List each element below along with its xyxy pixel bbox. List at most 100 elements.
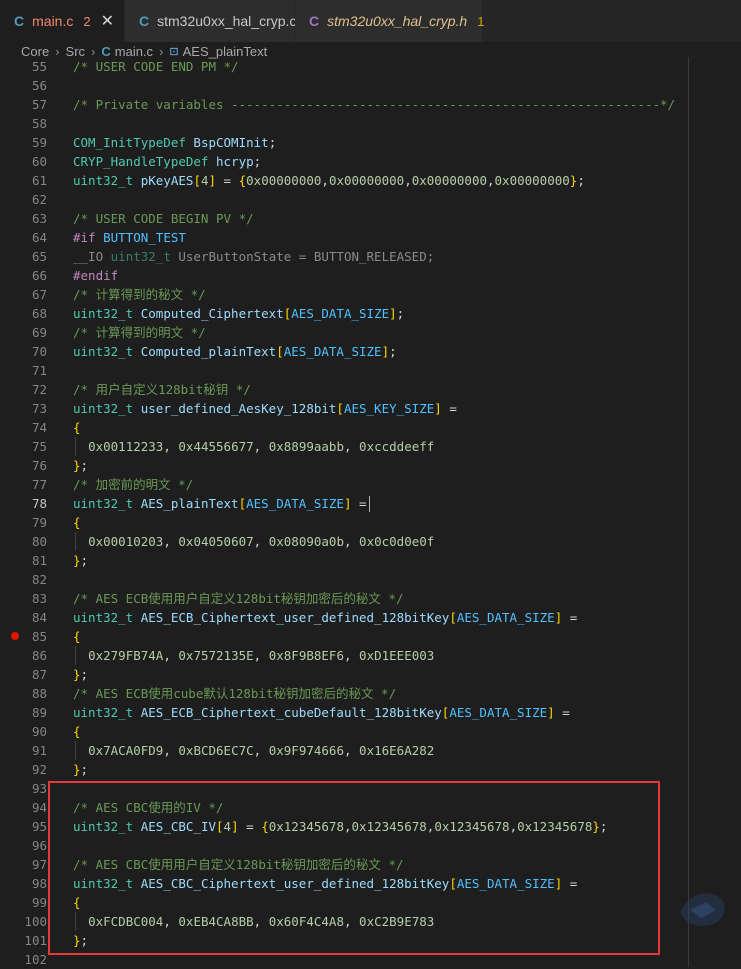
line-number[interactable]: 66 xyxy=(22,266,47,285)
line-number[interactable]: 67 xyxy=(22,285,47,304)
line-number[interactable]: 73 xyxy=(22,399,47,418)
line-number[interactable]: 97 xyxy=(22,855,47,874)
code-line[interactable]: /* 计算得到的明文 */ xyxy=(73,323,206,342)
code-token: ; xyxy=(268,135,277,150)
code-token: { xyxy=(238,173,247,188)
code-line[interactable]: #if BUTTON_TEST xyxy=(73,228,186,247)
line-number[interactable]: 81 xyxy=(22,551,47,570)
line-number[interactable]: 99 xyxy=(22,893,47,912)
code-line[interactable]: 0x00010203, 0x04050607, 0x08090a0b, 0x0c… xyxy=(73,532,434,551)
code-line[interactable]: { xyxy=(73,418,81,437)
line-number[interactable]: 95 xyxy=(22,817,47,836)
code-token: /* USER CODE BEGIN PV */ xyxy=(73,211,254,226)
code-line[interactable]: __IO uint32_t UserButtonState = BUTTON_R… xyxy=(73,247,434,266)
code-line[interactable]: /* Private variables -------------------… xyxy=(73,95,675,114)
line-number[interactable]: 98 xyxy=(22,874,47,893)
code-token: , xyxy=(343,534,360,549)
code-line[interactable]: /* 加密前的明文 */ xyxy=(73,475,193,494)
line-number[interactable]: 94 xyxy=(22,798,47,817)
line-number[interactable]: 102 xyxy=(22,950,47,969)
code-token: ; xyxy=(396,306,405,321)
code-line[interactable]: uint32_t Computed_Ciphertext[AES_DATA_SI… xyxy=(73,304,404,323)
code-line[interactable]: 0x279FB74A, 0x7572135E, 0x8F9B8EF6, 0xD1… xyxy=(73,646,434,665)
line-number[interactable]: 74 xyxy=(22,418,47,437)
code-token: uint32_t xyxy=(73,610,134,625)
line-number[interactable]: 96 xyxy=(22,836,47,855)
code-token: 0xBCD6EC7C xyxy=(178,743,254,758)
line-number[interactable]: 63 xyxy=(22,209,47,228)
breakpoint-icon[interactable] xyxy=(11,632,19,640)
line-number[interactable]: 87 xyxy=(22,665,47,684)
code-line[interactable]: }; xyxy=(73,551,88,570)
code-line[interactable]: 0x7ACA0FD9, 0xBCD6EC7C, 0x9F974666, 0x16… xyxy=(73,741,434,760)
code-line[interactable]: /* AES ECB使用cube默认128bit秘钥加密后的秘文 */ xyxy=(73,684,396,703)
line-number[interactable]: 56 xyxy=(22,76,47,95)
line-number[interactable]: 60 xyxy=(22,152,47,171)
line-number[interactable]: 76 xyxy=(22,456,47,475)
line-number[interactable]: 69 xyxy=(22,323,47,342)
line-number[interactable]: 85 xyxy=(22,627,47,646)
line-number[interactable]: 91 xyxy=(22,741,47,760)
code-token: [ xyxy=(193,173,201,188)
line-number[interactable]: 84 xyxy=(22,608,47,627)
code-line[interactable]: }; xyxy=(73,665,88,684)
code-token: [ xyxy=(449,610,457,625)
line-number[interactable]: 72 xyxy=(22,380,47,399)
line-number[interactable]: 61 xyxy=(22,171,47,190)
line-number[interactable]: 62 xyxy=(22,190,47,209)
line-number[interactable]: 65 xyxy=(22,247,47,266)
code-line[interactable]: /* 计算得到的秘文 */ xyxy=(73,285,206,304)
code-line[interactable]: CRYP_HandleTypeDef hcryp; xyxy=(73,152,261,171)
line-number[interactable]: 78 xyxy=(22,494,47,513)
line-number[interactable]: 89 xyxy=(22,703,47,722)
line-number[interactable]: 57 xyxy=(22,95,47,114)
code-token: , xyxy=(163,648,179,663)
line-number[interactable]: 86 xyxy=(22,646,47,665)
code-line[interactable]: uint32_t AES_ECB_Ciphertext_cubeDefault_… xyxy=(73,703,570,722)
code-token: 0x8F9B8EF6 xyxy=(268,648,344,663)
code-line[interactable]: uint32_t Computed_plainText[AES_DATA_SIZ… xyxy=(73,342,397,361)
code-line[interactable]: uint32_t user_defined_AesKey_128bit[AES_… xyxy=(73,399,457,418)
line-number[interactable]: 88 xyxy=(22,684,47,703)
code-line[interactable]: }; xyxy=(73,760,88,779)
line-number[interactable]: 93 xyxy=(22,779,47,798)
code-line[interactable]: /* USER CODE END PM */ xyxy=(73,57,239,76)
line-number[interactable]: 71 xyxy=(22,361,47,380)
code-line[interactable]: { xyxy=(73,513,81,532)
line-number[interactable]: 82 xyxy=(22,570,47,589)
line-number[interactable]: 75 xyxy=(22,437,47,456)
line-number[interactable]: 77 xyxy=(22,475,47,494)
code-line[interactable]: /* USER CODE BEGIN PV */ xyxy=(73,209,254,228)
code-line[interactable]: uint32_t AES_ECB_Ciphertext_user_defined… xyxy=(73,608,577,627)
close-icon[interactable]: ✕ xyxy=(101,11,114,31)
line-number[interactable]: 92 xyxy=(22,760,47,779)
line-number[interactable]: 64 xyxy=(22,228,47,247)
tab-main-c[interactable]: C main.c 2 ✕ xyxy=(0,0,125,42)
code-line[interactable]: }; xyxy=(73,456,88,475)
code-line[interactable]: /* 用户自定义128bit秘钥 */ xyxy=(73,380,251,399)
line-number[interactable]: 83 xyxy=(22,589,47,608)
code-line[interactable]: { xyxy=(73,722,81,741)
code-line[interactable]: uint32_t pKeyAES[4] = {0x00000000,0x0000… xyxy=(73,171,585,190)
line-number[interactable]: 55 xyxy=(22,57,47,76)
code-line[interactable]: uint32_t AES_plainText[AES_DATA_SIZE] = xyxy=(73,494,367,513)
code-token: 0x7572135E xyxy=(178,648,254,663)
line-number[interactable]: 68 xyxy=(22,304,47,323)
line-number[interactable]: 58 xyxy=(22,114,47,133)
code-line[interactable]: COM_InitTypeDef BspCOMInit; xyxy=(73,133,276,152)
code-line[interactable]: #endif xyxy=(73,266,118,285)
tab-stm32u0xx-hal-cryp-h[interactable]: C stm32u0xx_hal_cryp.h 1 xyxy=(295,0,484,42)
line-number[interactable]: 79 xyxy=(22,513,47,532)
line-number[interactable]: 80 xyxy=(22,532,47,551)
tab-stm32u0xx-hal-cryp-c[interactable]: C stm32u0xx_hal_cryp.c xyxy=(125,0,296,42)
code-token: uint32_t xyxy=(73,173,134,188)
line-number[interactable]: 100 xyxy=(22,912,47,931)
line-number[interactable]: 90 xyxy=(22,722,47,741)
code-line[interactable]: 0x00112233, 0x44556677, 0x8899aabb, 0xcc… xyxy=(73,437,434,456)
line-number[interactable]: 101 xyxy=(22,931,47,950)
line-number[interactable]: 59 xyxy=(22,133,47,152)
line-number[interactable]: 70 xyxy=(22,342,47,361)
code-line[interactable]: { xyxy=(73,627,81,646)
code-line[interactable]: /* AES ECB使用用户自定义128bit秘钥加密后的秘文 */ xyxy=(73,589,404,608)
